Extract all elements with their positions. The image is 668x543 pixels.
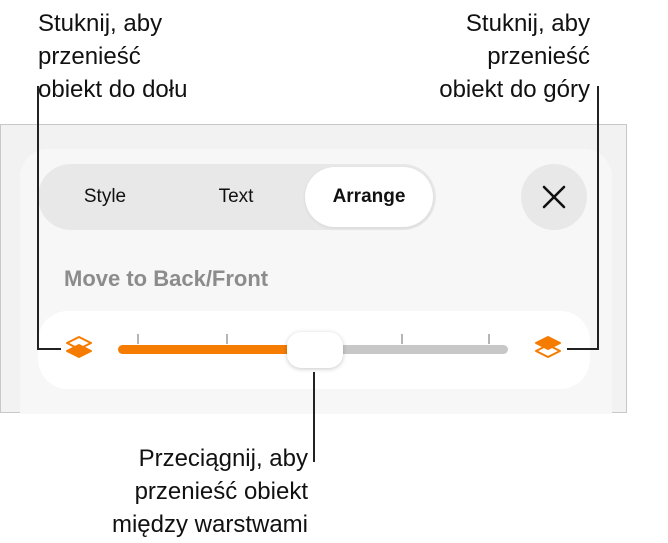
layers-back-icon — [66, 336, 92, 358]
format-tabs: Style Text Arrange — [38, 164, 436, 230]
tab-style[interactable]: Style — [41, 167, 169, 227]
callout-move-to-back: Stuknij, aby przenieść obiekt do dołu — [38, 10, 188, 103]
section-label-move-back-front: Move to Back/Front — [64, 266, 269, 291]
leader-line-front-h — [567, 348, 599, 350]
slider-tick — [226, 334, 228, 344]
tab-text[interactable]: Text — [171, 167, 301, 227]
slider-tick — [401, 334, 403, 344]
callout-drag-between-layers: Przeciągnij, aby przenieść obiekt między… — [111, 445, 308, 538]
tab-arrange[interactable]: Arrange — [305, 167, 433, 227]
close-icon — [542, 185, 566, 209]
move-to-front-button[interactable] — [533, 333, 563, 368]
slider-tick — [137, 334, 139, 344]
leader-line-back-h — [37, 348, 61, 350]
move-to-back-button[interactable] — [64, 333, 94, 368]
layers-front-icon — [535, 336, 561, 358]
slider-tick — [488, 334, 490, 344]
leader-line-back — [37, 86, 39, 349]
leader-line-front — [597, 86, 599, 349]
callout-move-to-front: Stuknij, aby przenieść obiekt do góry — [439, 10, 590, 103]
layer-slider-thumb[interactable] — [287, 332, 343, 368]
slider-track-filled — [118, 345, 310, 354]
leader-line-drag — [313, 372, 315, 462]
close-button[interactable] — [521, 164, 587, 230]
